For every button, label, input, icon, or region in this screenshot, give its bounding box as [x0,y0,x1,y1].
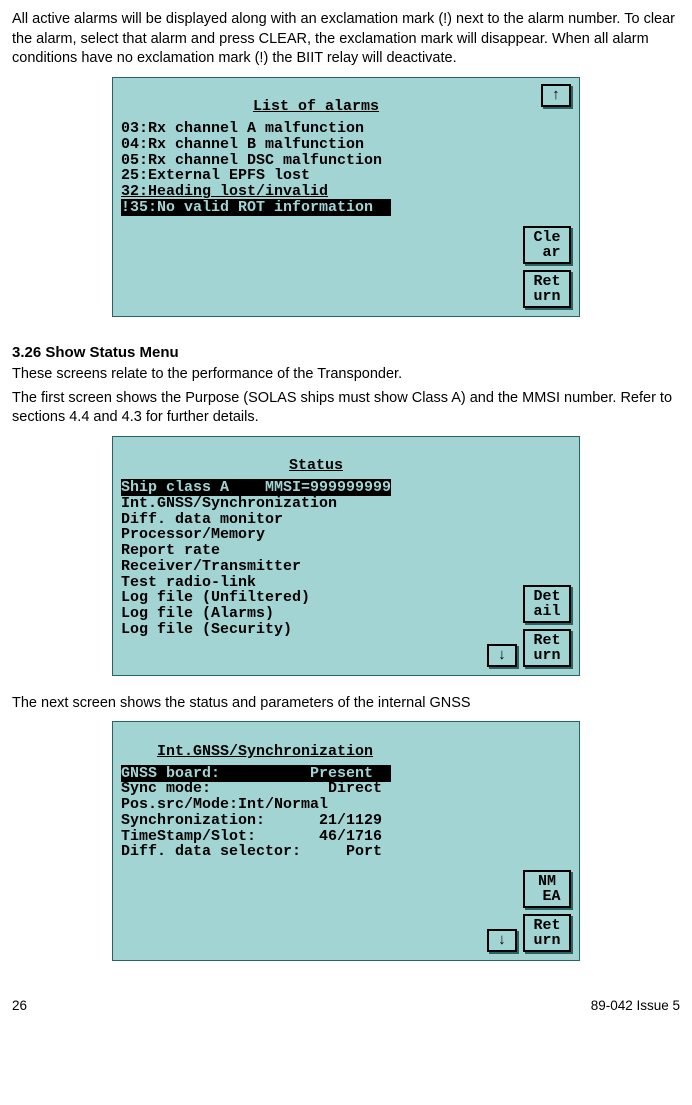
gnss-diff-selector: Diff. data selector: Port [121,843,382,860]
gnss-pos-src: Pos.src/Mode:Int/Normal [121,796,328,813]
screen3-side: NM EA ↓ Ret urn [515,728,571,952]
gnss-row1-label[interactable]: GNSS board: [121,765,301,782]
alarm-line-selected[interactable]: !35:No valid ROT information [121,199,391,216]
screen1-side: ↑ Cle ar Ret urn [515,84,571,308]
intro-paragraph: All active alarms will be displayed alon… [12,10,680,69]
section-3-26-p2: The first screen shows the Purpose (SOLA… [12,389,680,428]
status-item-log-unfiltered[interactable]: Log file (Unfiltered) [121,589,310,606]
section-3-26-p1: These screens relate to the performance … [12,365,680,385]
screen3-title: Int.GNSS/Synchronization [121,744,511,760]
alarm-line-5: 32:Heading lost/invalid [121,183,328,200]
gnss-content: Int.GNSS/Synchronization GNSS board: Pres… [121,728,511,952]
screen1-title: List of alarms [121,99,511,115]
doc-reference: 89-042 Issue 5 [591,997,680,1015]
status-item-processor[interactable]: Processor/Memory [121,526,265,543]
status-item-testlink[interactable]: Test radio-link [121,574,256,591]
gnss-row1-value: Present [301,765,391,782]
alarm-list-screen: List of alarms 03:Rx channel A malfunctio… [112,77,580,317]
alarm-line-3: 05:Rx channel DSC malfunction [121,152,382,169]
status-screen-wrap: Status Ship class A MMSI=999999999 Int.GN… [12,436,680,676]
status-item-gnss[interactable]: Int.GNSS/Synchronization [121,495,337,512]
scroll-up-button[interactable]: ↑ [541,84,571,107]
detail-button[interactable]: Det ail [523,585,571,623]
status-screen: Status Ship class A MMSI=999999999 Int.GN… [112,436,580,676]
alarm-line-1: 03:Rx channel A malfunction [121,120,364,137]
gnss-sync-mode: Sync mode: Direct [121,780,382,797]
page-number: 26 [12,997,27,1015]
return-button[interactable]: Ret urn [523,270,571,308]
screen2-title: Status [121,458,511,474]
status-item-receiver[interactable]: Receiver/Transmitter [121,558,301,575]
status-header-line[interactable]: Ship class A MMSI=999999999 [121,479,391,496]
alarm-line-2: 04:Rx channel B malfunction [121,136,364,153]
alarm-list-content: List of alarms 03:Rx channel A malfunctio… [121,84,511,308]
status-item-report[interactable]: Report rate [121,542,220,559]
scroll-down-button-2[interactable]: ↓ [487,929,517,952]
gnss-screen-wrap: Int.GNSS/Synchronization GNSS board: Pres… [12,721,680,961]
scroll-down-button[interactable]: ↓ [487,644,517,667]
nmea-button[interactable]: NM EA [523,870,571,908]
mid-paragraph: The next screen shows the status and par… [12,694,680,714]
gnss-screen: Int.GNSS/Synchronization GNSS board: Pres… [112,721,580,961]
status-content: Status Ship class A MMSI=999999999 Int.GN… [121,443,511,667]
section-3-26-heading: 3.26 Show Status Menu [12,343,680,363]
status-item-log-security[interactable]: Log file (Security) [121,621,292,638]
status-item-log-alarms[interactable]: Log file (Alarms) [121,605,274,622]
gnss-synchronization: Synchronization: 21/1129 [121,812,382,829]
screen2-side: Det ail ↓ Ret urn [515,443,571,667]
alarm-line-4: 25:External EPFS lost [121,167,310,184]
return-button-3[interactable]: Ret urn [523,914,571,952]
clear-button[interactable]: Cle ar [523,226,571,264]
page-footer: 26 89-042 Issue 5 [12,997,680,1015]
alarm-list-screen-wrap: List of alarms 03:Rx channel A malfunctio… [12,77,680,317]
gnss-timestamp: TimeStamp/Slot: 46/1716 [121,828,382,845]
status-item-diff[interactable]: Diff. data monitor [121,511,283,528]
return-button-2[interactable]: Ret urn [523,629,571,667]
